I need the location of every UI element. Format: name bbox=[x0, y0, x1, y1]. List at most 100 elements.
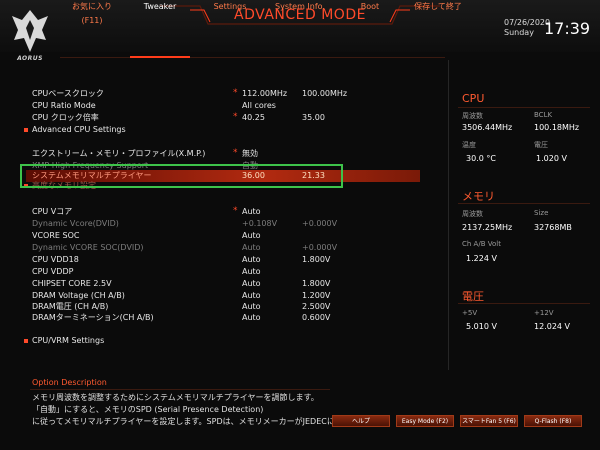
smart-fan-button[interactable]: スマートFan 5 (F6) bbox=[460, 415, 518, 427]
memory-size-label: Size bbox=[534, 209, 549, 217]
setting-label: Advanced CPU Settings bbox=[32, 125, 126, 134]
setting-value: 無効 bbox=[242, 149, 258, 158]
option-description-title: Option Description bbox=[32, 378, 107, 387]
setting-current-value: +0.000V bbox=[302, 243, 338, 252]
modified-star-icon: * bbox=[233, 88, 238, 98]
tab-divider bbox=[60, 57, 445, 58]
cpu-temperature-label: 温度 bbox=[462, 141, 476, 149]
tab-settings[interactable]: Settings bbox=[200, 0, 260, 14]
annotation-highlight-box bbox=[20, 164, 343, 188]
setting-value: All cores bbox=[242, 101, 276, 110]
setting-label: Dynamic VCORE SOC(DVID) bbox=[32, 243, 144, 252]
memory-voltage-label: Ch A/B Volt bbox=[462, 240, 501, 248]
active-tab-indicator bbox=[130, 56, 190, 58]
cpu-voltage-value: 1.020 V bbox=[536, 154, 567, 163]
setting-value: Auto bbox=[242, 231, 261, 240]
submenu-bullet-icon bbox=[24, 128, 28, 132]
tab-tweaker[interactable]: Tweaker bbox=[130, 0, 190, 14]
setting-value: Auto bbox=[242, 279, 261, 288]
setting-row-cpu-clock-ratio[interactable]: CPU クロック倍率 * 40.25 35.00 bbox=[32, 112, 412, 124]
brand-logo-text: AORUS bbox=[17, 55, 43, 62]
setting-value: Auto bbox=[242, 313, 261, 322]
tab-save-exit[interactable]: 保存して終了 bbox=[408, 0, 468, 14]
setting-value: 40.25 bbox=[242, 113, 265, 122]
setting-label: CPU VDD18 bbox=[32, 255, 79, 264]
setting-row-cpu-vdd18[interactable]: CPU VDD18 Auto 1.800V bbox=[32, 254, 412, 266]
setting-row-vcore-soc[interactable]: VCORE SOC Auto bbox=[32, 230, 412, 242]
memory-frequency-value: 2137.25MHz bbox=[462, 223, 513, 232]
setting-current-value: 1.800V bbox=[302, 279, 331, 288]
setting-row-xmp[interactable]: エクストリーム・メモリ・プロファイル(X.M.P.) * 無効 bbox=[32, 148, 412, 160]
tab-favorites[interactable]: お気に入り (F11) bbox=[62, 0, 122, 25]
tab-system-info[interactable]: System Info. bbox=[270, 0, 330, 14]
cpu-frequency-label: 周波数 bbox=[462, 112, 483, 120]
setting-row-cpu-base-clock[interactable]: CPUベースクロック * 112.00MHz 100.00MHz bbox=[32, 88, 412, 100]
day-text: Sunday bbox=[504, 28, 534, 37]
setting-current-value: 1.800V bbox=[302, 255, 331, 264]
submenu-bullet-icon bbox=[24, 339, 28, 343]
setting-row-cpu-ratio-mode[interactable]: CPU Ratio Mode All cores bbox=[32, 100, 412, 112]
setting-current-value: 100.00MHz bbox=[302, 89, 348, 98]
voltage-section-title: 電圧 bbox=[462, 290, 484, 303]
modified-star-icon: * bbox=[233, 206, 238, 216]
setting-current-value: +0.000V bbox=[302, 219, 338, 228]
description-line: 「自動」にすると、メモリのSPD (Serial Presence Detect… bbox=[32, 405, 264, 414]
plus5v-label: +5V bbox=[462, 309, 478, 317]
description-divider bbox=[30, 389, 330, 390]
description-line: に従ってメモリマルチプライヤーを設定します。SPDは、メモリメーカーがJEDEC… bbox=[32, 417, 351, 426]
setting-label: エクストリーム・メモリ・プロファイル(X.M.P.) bbox=[32, 149, 206, 158]
setting-value: +0.108V bbox=[242, 219, 278, 228]
section-divider bbox=[458, 303, 590, 304]
plus12v-label: +12V bbox=[534, 309, 554, 317]
setting-label: CPU VDDP bbox=[32, 267, 74, 276]
cpu-temperature-value: 30.0 °C bbox=[466, 154, 496, 163]
setting-row-dynamic-vcore[interactable]: Dynamic Vcore(DVID) +0.108V +0.000V bbox=[32, 218, 412, 230]
setting-value: Auto bbox=[242, 255, 261, 264]
setting-label: VCORE SOC bbox=[32, 231, 80, 240]
description-line: メモリ周波数を調整するためにシステムメモリマルチプライヤーを調節します。 bbox=[32, 393, 319, 402]
memory-voltage-value: 1.224 V bbox=[466, 254, 497, 263]
cpu-bclk-value: 100.18MHz bbox=[534, 123, 580, 132]
setting-current-value: 0.600V bbox=[302, 313, 331, 322]
setting-label: CPU クロック倍率 bbox=[32, 113, 99, 122]
setting-label: CPUベースクロック bbox=[32, 89, 104, 98]
submenu-advanced-cpu-settings[interactable]: Advanced CPU Settings bbox=[24, 124, 412, 136]
setting-value: Auto bbox=[242, 267, 261, 276]
setting-row-cpu-vddp[interactable]: CPU VDDP Auto bbox=[32, 266, 412, 278]
tab-boot[interactable]: Boot bbox=[340, 0, 400, 14]
setting-label: CPU/VRM Settings bbox=[32, 336, 105, 345]
setting-current-value: 35.00 bbox=[302, 113, 325, 122]
panel-divider bbox=[448, 60, 449, 370]
qflash-button[interactable]: Q-Flash (F8) bbox=[524, 415, 582, 427]
setting-row-dram-termination[interactable]: DRAMターミネーション(CH A/B) Auto 0.600V bbox=[32, 312, 412, 324]
setting-label: Dynamic Vcore(DVID) bbox=[32, 219, 119, 228]
setting-value: 112.00MHz bbox=[242, 89, 288, 98]
plus12v-value: 12.024 V bbox=[534, 322, 571, 331]
setting-label: DRAMターミネーション(CH A/B) bbox=[32, 313, 154, 322]
setting-row-cpu-vcore[interactable]: CPU Vコア * Auto bbox=[32, 206, 412, 218]
setting-label: CHIPSET CORE 2.5V bbox=[32, 279, 112, 288]
aorus-eagle-logo bbox=[12, 10, 48, 52]
setting-value: Auto bbox=[242, 207, 261, 216]
modified-star-icon: * bbox=[233, 148, 238, 158]
section-divider bbox=[458, 107, 590, 108]
setting-value: Auto bbox=[242, 243, 261, 252]
setting-label: CPU Vコア bbox=[32, 207, 73, 216]
modified-star-icon: * bbox=[233, 112, 238, 122]
setting-row-chipset-core[interactable]: CHIPSET CORE 2.5V Auto 1.800V bbox=[32, 278, 412, 290]
cpu-bclk-label: BCLK bbox=[534, 111, 553, 119]
cpu-frequency-value: 3506.44MHz bbox=[462, 123, 513, 132]
setting-row-dynamic-vcore-soc[interactable]: Dynamic VCORE SOC(DVID) Auto +0.000V bbox=[32, 242, 412, 254]
cpu-voltage-label: 電圧 bbox=[534, 141, 548, 149]
easy-mode-button[interactable]: Easy Mode (F2) bbox=[396, 415, 454, 427]
setting-label: CPU Ratio Mode bbox=[32, 101, 96, 110]
submenu-cpu-vrm-settings[interactable]: CPU/VRM Settings bbox=[24, 335, 412, 347]
section-divider bbox=[458, 203, 590, 204]
help-button[interactable]: ヘルプ bbox=[332, 415, 390, 427]
cpu-section-title: CPU bbox=[462, 92, 485, 105]
plus5v-value: 5.010 V bbox=[466, 322, 497, 331]
clock-time: 17:39 bbox=[544, 19, 591, 38]
memory-frequency-label: 周波数 bbox=[462, 210, 483, 218]
memory-size-value: 32768MB bbox=[534, 223, 572, 232]
memory-section-title: メモリ bbox=[462, 190, 495, 203]
